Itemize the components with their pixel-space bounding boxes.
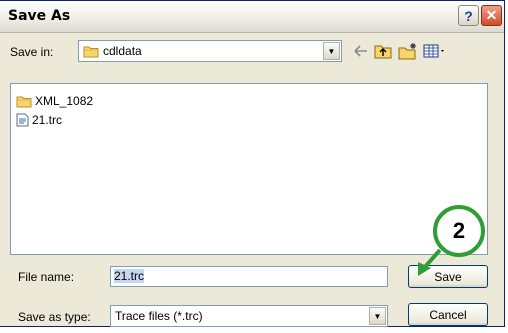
- up-folder-icon: [374, 45, 392, 59]
- save-as-type-label: Save as type:: [18, 310, 91, 324]
- folder-icon: [83, 46, 99, 57]
- save-button[interactable]: Save: [408, 265, 488, 288]
- save-as-dialog: Save As ? ✕ Save in: cdldata ▼ XML_1082 …: [0, 0, 505, 327]
- save-as-type-value: Trace files (*.trc): [115, 309, 203, 323]
- chevron-down-icon[interactable]: ▼: [369, 307, 386, 325]
- file-name-field[interactable]: 21.trc: [110, 266, 388, 287]
- file-name: XML_1082: [35, 94, 94, 108]
- save-as-type-dropdown[interactable]: Trace files (*.trc) ▼: [110, 305, 388, 327]
- file-icon: [16, 113, 29, 127]
- step-number: 2: [452, 218, 466, 243]
- title-bar: Save As ? ✕: [0, 1, 504, 33]
- save-button-label: Save: [434, 269, 462, 284]
- file-list[interactable]: XML_1082 21.trc: [10, 83, 488, 255]
- chevron-down-icon[interactable]: ▼: [323, 42, 340, 60]
- save-in-value: cdldata: [103, 44, 142, 58]
- list-item[interactable]: XML_1082: [16, 94, 93, 108]
- close-icon: ✕: [485, 7, 498, 23]
- file-name-label: File name:: [18, 270, 75, 284]
- new-folder-icon: [398, 43, 416, 60]
- folder-icon: [16, 96, 32, 107]
- help-icon: ?: [464, 7, 473, 24]
- new-folder-button[interactable]: [398, 41, 418, 61]
- cancel-button[interactable]: Cancel: [408, 303, 488, 326]
- view-menu-icon: [423, 44, 444, 58]
- file-name-value: 21.trc: [114, 269, 145, 283]
- file-name: 21.trc: [32, 113, 63, 127]
- step-callout-badge: 2: [433, 205, 485, 257]
- view-menu-button[interactable]: [422, 41, 448, 61]
- list-item[interactable]: 21.trc: [16, 113, 62, 127]
- close-button[interactable]: ✕: [481, 5, 502, 26]
- save-in-label: Save in:: [10, 45, 54, 59]
- cancel-button-label: Cancel: [429, 307, 467, 322]
- up-one-level-button[interactable]: [373, 41, 393, 61]
- save-in-dropdown[interactable]: cdldata ▼: [78, 40, 342, 62]
- back-arrow-icon: [354, 45, 367, 57]
- back-button[interactable]: [352, 41, 370, 61]
- help-button[interactable]: ?: [458, 5, 479, 26]
- dialog-title: Save As: [8, 8, 71, 24]
